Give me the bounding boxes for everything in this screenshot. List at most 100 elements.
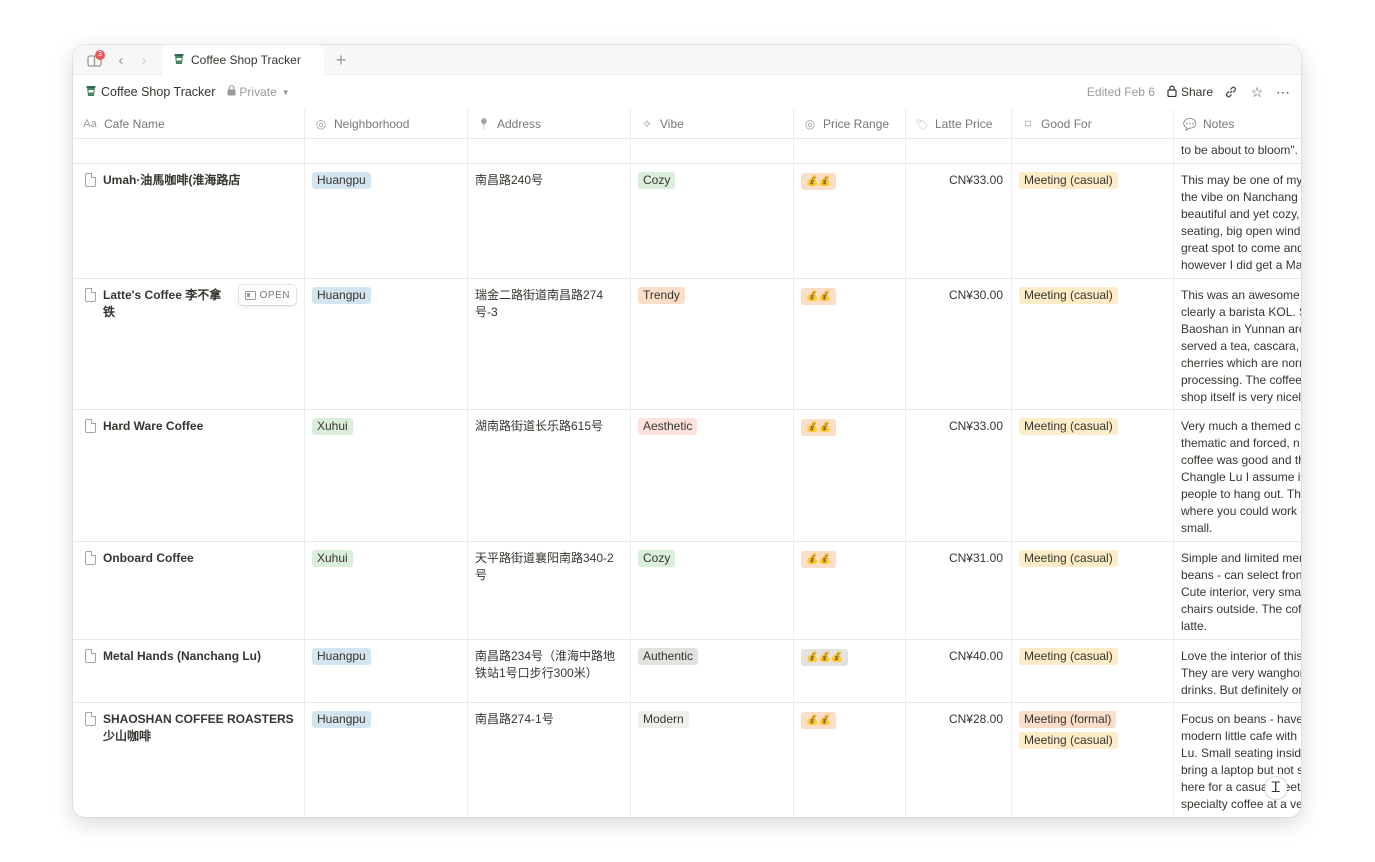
address-cell[interactable]: 南昌路234号（淮海中路地铁站1号口步行300米） <box>468 640 631 702</box>
magic-wand-icon: ✧ <box>641 117 653 131</box>
notes-cell[interactable]: Very much a themed co thematic and forced… <box>1174 410 1301 541</box>
latte-price-cell[interactable]: CN¥33.00 <box>906 410 1012 541</box>
vibe-cell[interactable]: Cozy <box>631 542 794 639</box>
back-arrow-icon[interactable]: ‹ <box>112 51 130 69</box>
page-icon <box>85 712 96 726</box>
latte-price-cell[interactable]: CN¥30.00 <box>906 279 1012 409</box>
link-icon[interactable] <box>1223 84 1239 100</box>
notes-line: They are very wanghor <box>1181 666 1301 680</box>
table-cell <box>631 139 794 163</box>
good-for-cell[interactable]: Meeting (casual) <box>1012 640 1174 702</box>
column-header-label: Good For <box>1041 117 1092 131</box>
notes-cell[interactable]: Love the interior of this They are very w… <box>1174 640 1301 702</box>
table-cell: to be about to bloom". <box>1174 139 1301 163</box>
address-cell[interactable]: 天平路街道襄阳南路340-2号 <box>468 542 631 639</box>
latte-price-cell[interactable]: CN¥40.00 <box>906 640 1012 702</box>
column-header-cafe-name[interactable]: Aa Cafe Name <box>73 109 305 139</box>
notes-line: people to hang out. Th <box>1181 487 1301 501</box>
latte-price-cell[interactable]: CN¥28.00 <box>906 703 1012 817</box>
notes-text: to be about to bloom". <box>1181 143 1299 157</box>
cafe-name-cell[interactable]: Latte's Coffee 李不拿铁 OPEN <box>73 279 305 409</box>
cafe-name: Hard Ware Coffee <box>103 419 204 433</box>
column-header-good-for[interactable]: ⌑ Good For <box>1012 109 1174 139</box>
vibe-cell[interactable]: Modern <box>631 703 794 817</box>
lock-icon <box>1167 85 1177 100</box>
good-for-cell[interactable]: Meeting (formal) Meeting (casual) <box>1012 703 1174 817</box>
cafe-name-cell[interactable]: Hard Ware Coffee <box>73 410 305 541</box>
vibe-cell[interactable]: Cozy <box>631 164 794 278</box>
good-for-cell[interactable]: Meeting (casual) <box>1012 410 1174 541</box>
latte-price-cell[interactable]: CN¥33.00 <box>906 164 1012 278</box>
latte-price-cell[interactable]: CN¥31.00 <box>906 542 1012 639</box>
good-for-tag: Meeting (casual) <box>1019 550 1118 567</box>
price-range-cell[interactable]: 💰💰 <box>794 703 906 817</box>
vibe-cell[interactable]: Trendy <box>631 279 794 409</box>
privacy-selector[interactable]: Private ▼ <box>227 85 290 99</box>
notes-cell[interactable]: This may be one of my the vibe on Nanchan… <box>1174 164 1301 278</box>
address-cell[interactable]: 南昌路274-1号 <box>468 703 631 817</box>
sidebar-panel-icon <box>244 290 256 300</box>
price-range-cell[interactable]: 💰💰 <box>794 410 906 541</box>
cafe-name-cell[interactable]: Umah·油馬咖啡(淮海路店 <box>73 164 305 278</box>
table-row[interactable]: Hard Ware Coffee Xuhui 湖南路街道长乐路615号 Aesthet… <box>73 410 1301 542</box>
column-header-price-range[interactable]: ◎ Price Range <box>794 109 906 139</box>
notes-line: This was an awesome c <box>1181 288 1301 302</box>
notes-cell[interactable]: Focus on beans - have modern little cafe … <box>1174 703 1301 817</box>
notes-line: This may be one of my <box>1181 173 1301 187</box>
cafe-name-cell[interactable]: SHAOSHAN COFFEE ROASTERS 少山咖啡 <box>73 703 305 817</box>
column-header-notes[interactable]: 💬 Notes <box>1174 109 1301 139</box>
vibe-tag: Trendy <box>638 287 685 304</box>
cafe-name-cell[interactable]: Metal Hands (Nanchang Lu) <box>73 640 305 702</box>
table-row[interactable]: Latte's Coffee 李不拿铁 OPEN Huangpu 瑞金二路街道南昌路2… <box>73 279 1301 410</box>
table-row[interactable]: Umah·油馬咖啡(淮海路店 Huangpu 南昌路240号 Cozy 💰💰 CN¥33.… <box>73 164 1301 279</box>
neighborhood-tag: Huangpu <box>312 648 371 665</box>
edited-timestamp: Edited Feb 6 <box>1086 85 1155 99</box>
column-header-vibe[interactable]: ✧ Vibe <box>631 109 794 139</box>
column-header-latte-price[interactable]: 🏷 Latte Price <box>906 109 1012 139</box>
good-for-cell[interactable]: Meeting (casual) <box>1012 542 1174 639</box>
breadcrumb[interactable]: Coffee Shop Tracker <box>86 85 215 100</box>
notes-line: beautiful and yet cozy, <box>1181 207 1300 221</box>
neighborhood-cell[interactable]: Huangpu <box>305 279 468 409</box>
column-header-neighborhood[interactable]: ◎ Neighborhood <box>305 109 468 139</box>
new-tab-button[interactable]: + <box>331 49 351 71</box>
tab-coffee-shop-tracker[interactable]: Coffee Shop Tracker <box>162 45 324 75</box>
address-cell[interactable]: 南昌路240号 <box>468 164 631 278</box>
column-header-address[interactable]: 📍 Address <box>468 109 631 139</box>
table-row[interactable]: Onboard Coffee Xuhui 天平路街道襄阳南路340-2号 Cozy 💰💰… <box>73 542 1301 640</box>
notes-line: Love the interior of this <box>1181 649 1301 663</box>
price-range-cell[interactable]: 💰💰 <box>794 164 906 278</box>
share-button[interactable]: Share <box>1167 85 1213 100</box>
forward-arrow-icon[interactable]: › <box>135 51 153 69</box>
page-icon <box>85 173 96 187</box>
vibe-cell[interactable]: Authentic <box>631 640 794 702</box>
price-range-cell[interactable]: 💰💰💰 <box>794 640 906 702</box>
neighborhood-cell[interactable]: Xuhui <box>305 542 468 639</box>
open-button[interactable]: OPEN <box>238 285 296 305</box>
star-icon[interactable]: ☆ <box>1249 84 1265 100</box>
address-cell[interactable]: 湖南路街道长乐路615号 <box>468 410 631 541</box>
coffee-cup-icon <box>86 85 96 100</box>
neighborhood-cell[interactable]: Huangpu <box>305 640 468 702</box>
address-text: 天平路街道襄阳南路340-2号 <box>475 551 614 582</box>
address-cell[interactable]: 瑞金二路街道南昌路274号-3 <box>468 279 631 409</box>
price-range-cell[interactable]: 💰💰 <box>794 542 906 639</box>
cafe-name-cell[interactable]: Onboard Coffee <box>73 542 305 639</box>
notes-line: Changle Lu I assume it <box>1181 470 1301 484</box>
more-options-icon[interactable]: ⋯ <box>1275 84 1291 100</box>
table-row[interactable]: Metal Hands (Nanchang Lu) Huangpu 南昌路234号（… <box>73 640 1301 703</box>
table-row[interactable]: SHAOSHAN COFFEE ROASTERS 少山咖啡 Huangpu 南昌路2… <box>73 703 1301 817</box>
pin-icon: 📍 <box>477 118 491 131</box>
good-for-cell[interactable]: Meeting (casual) <box>1012 164 1174 278</box>
vibe-tag: Cozy <box>638 172 676 189</box>
neighborhood-cell[interactable]: Huangpu <box>305 703 468 817</box>
price-range-cell[interactable]: 💰💰 <box>794 279 906 409</box>
notes-cell[interactable]: Simple and limited mer beans - can select… <box>1174 542 1301 639</box>
neighborhood-cell[interactable]: Xuhui <box>305 410 468 541</box>
notes-cell[interactable]: This was an awesome c clearly a barista K… <box>1174 279 1301 409</box>
neighborhood-tag: Xuhui <box>312 418 353 435</box>
vibe-cell[interactable]: Aesthetic <box>631 410 794 541</box>
neighborhood-cell[interactable]: Huangpu <box>305 164 468 278</box>
good-for-cell[interactable]: Meeting (casual) <box>1012 279 1174 409</box>
notes-line: where you could work c <box>1181 504 1301 518</box>
